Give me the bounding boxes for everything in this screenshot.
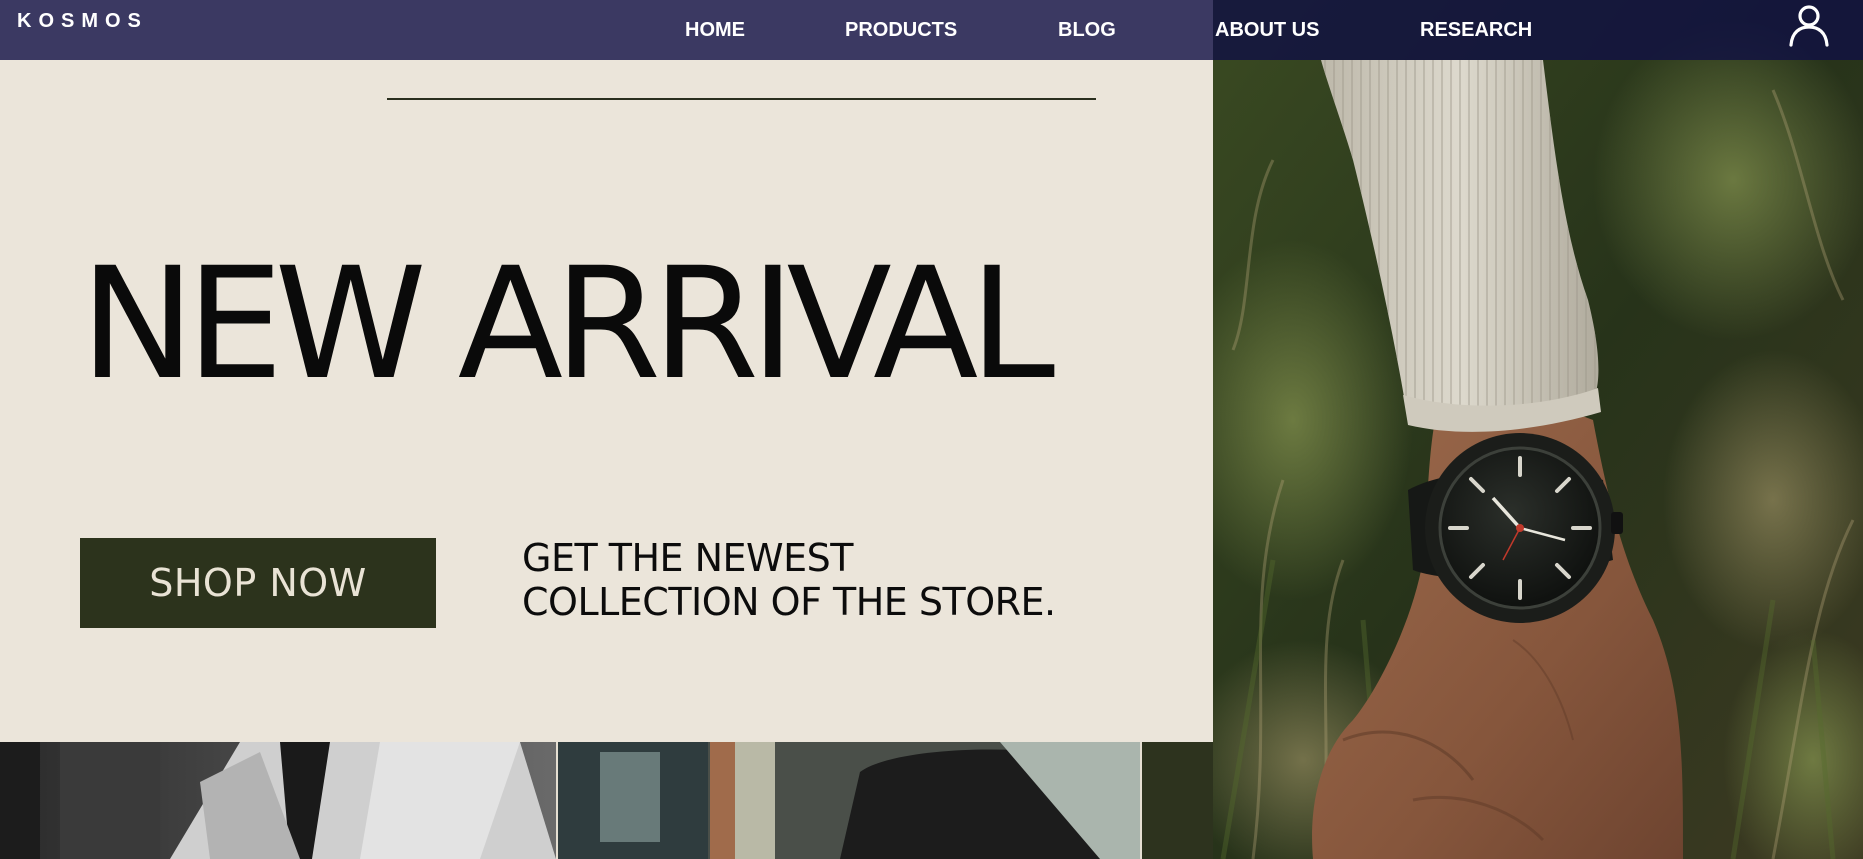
nav-link-products[interactable]: PRODUCTS (845, 19, 957, 42)
hero-divider-line (387, 98, 1096, 100)
user-icon (1789, 5, 1829, 47)
hero-tagline-line-2: COLLECTION OF THE STORE. (522, 580, 1056, 624)
nav-link-research[interactable]: RESEARCH (1420, 19, 1532, 42)
shop-now-button[interactable]: SHOP NOW (80, 538, 436, 628)
hero-tagline: GET THE NEWEST COLLECTION OF THE STORE. (522, 536, 1056, 624)
nav-link-about-us[interactable]: ABOUT US (1215, 19, 1319, 42)
top-navigation-bar: KOSMOS HOME PRODUCTS BLOG ABOUT US RESEA… (0, 0, 1863, 60)
nav-link-blog[interactable]: BLOG (1058, 19, 1116, 42)
hero-wristwatch-photo (1213, 0, 1863, 859)
product-preview-strip (0, 742, 1213, 859)
user-account-button[interactable] (1786, 2, 1832, 48)
hero-section: NEW ARRIVAL SHOP NOW GET THE NEWEST COLL… (0, 0, 1213, 742)
brand-logo[interactable]: KOSMOS (17, 10, 148, 33)
hero-tagline-line-1: GET THE NEWEST (522, 536, 853, 580)
nav-background (0, 0, 1213, 60)
hero-title: NEW ARRIVAL (80, 235, 1055, 414)
preview-tile-3 (1142, 742, 1213, 859)
nav-link-home[interactable]: HOME (685, 19, 745, 42)
